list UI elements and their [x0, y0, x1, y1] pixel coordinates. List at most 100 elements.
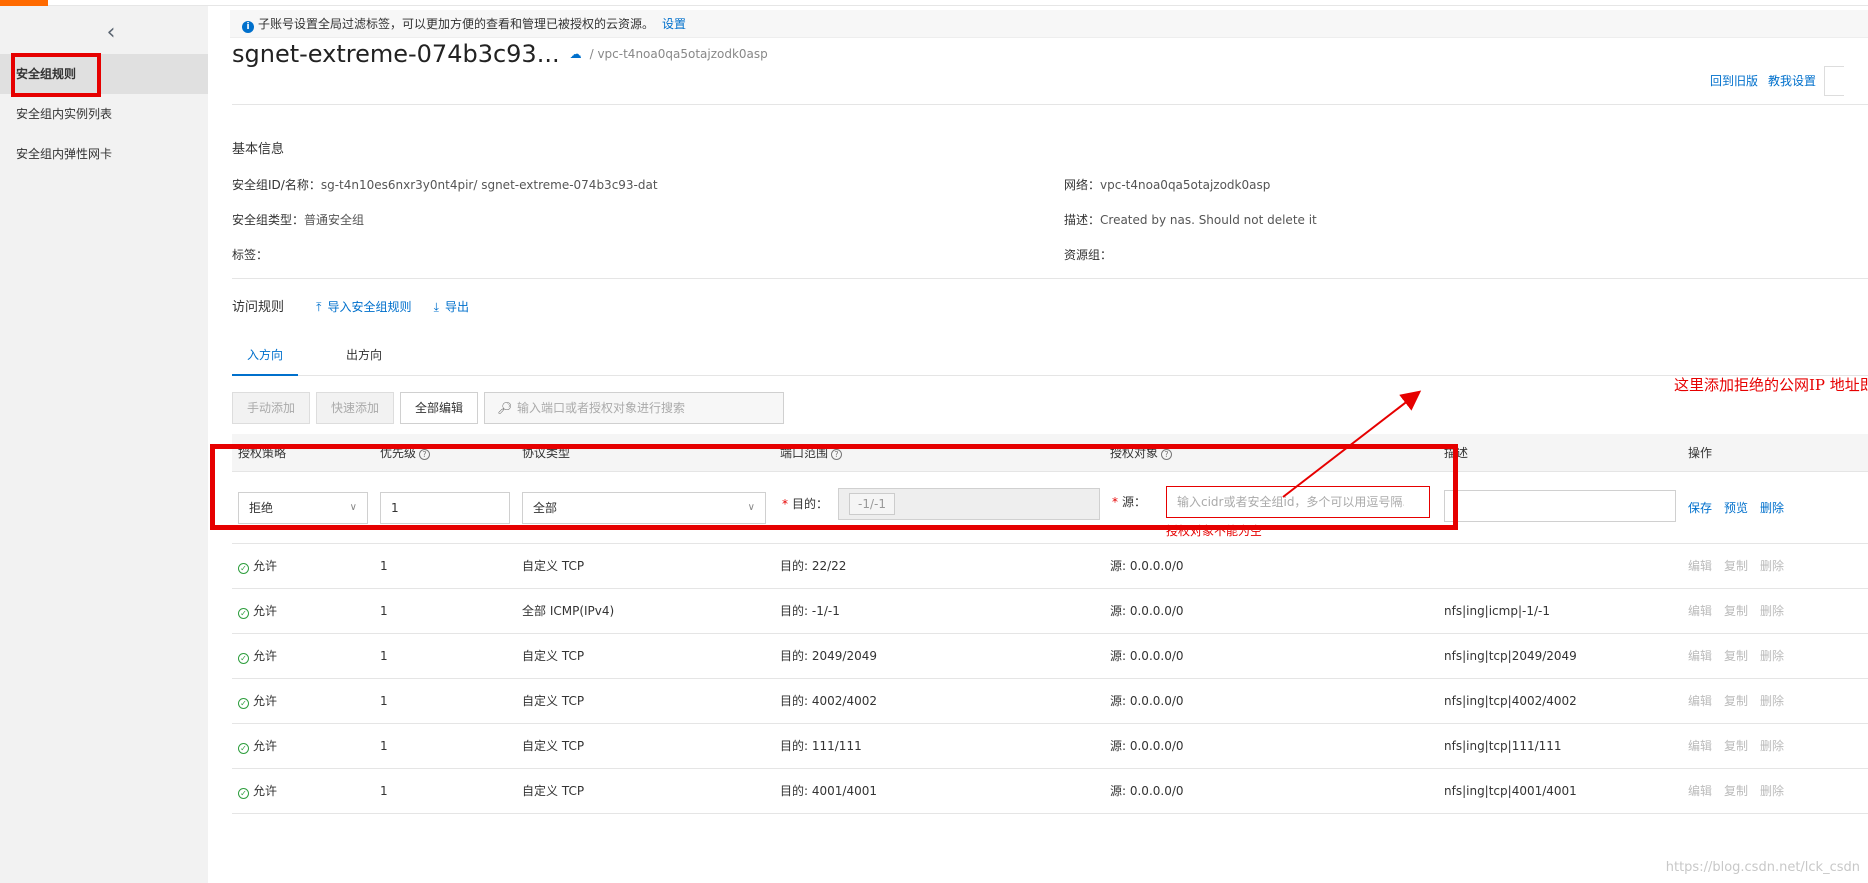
cell-port-text: 目的: -1/-1 — [780, 604, 840, 618]
cell-priority-text: 1 — [380, 559, 388, 573]
watermark: https://blog.csdn.net/lck_csdn — [1665, 860, 1860, 875]
quick-add-button[interactable]: 快速添加 — [316, 392, 395, 424]
table-row: ✓ 允许 1 自定义 TCP 目的: 2049/2049 源: 0.0.0.0/0 nfs|… — [232, 634, 1868, 679]
check-circle-icon: ✓ — [238, 743, 249, 754]
manual-add-button[interactable]: 手动添加 — [232, 392, 311, 424]
cell-priority: 1 — [380, 634, 388, 678]
cell-desc: nfs|ing|icmp|-1/-1 — [1444, 589, 1550, 633]
cell-policy: ✓ 允许 — [238, 544, 277, 588]
row-actions: 编辑 复制 删除 — [1688, 724, 1796, 768]
tab-outbound[interactable]: 出方向 — [324, 336, 404, 376]
edit-button[interactable]: 编辑 — [1688, 694, 1712, 708]
row-actions: 编辑 复制 删除 — [1688, 589, 1796, 633]
search-input[interactable] — [515, 393, 776, 423]
delete-button[interactable]: 删除 — [1760, 501, 1784, 515]
tab-inbound[interactable]: 入方向 — [232, 336, 298, 376]
back-to-old-version-link[interactable]: 回到旧版 — [1710, 74, 1758, 88]
sidebar-item-eni[interactable]: 安全组内弹性网卡 — [0, 134, 208, 174]
cell-protocol-text: 自定义 TCP — [522, 694, 585, 708]
teach-me-link[interactable]: 教我设置 — [1768, 74, 1816, 88]
cell-priority-text: 1 — [380, 604, 388, 618]
edit-button[interactable]: 编辑 — [1688, 784, 1712, 798]
table-row: ✓ 允许 1 自定义 TCP 目的: 111/111 源: 0.0.0.0/0 nfs|in… — [232, 724, 1868, 769]
cell-priority-text: 1 — [380, 784, 388, 798]
resource-group-field: 资源组： — [1064, 246, 1112, 263]
cell-desc: nfs|ing|tcp|111/111 — [1444, 724, 1562, 768]
edit-button[interactable]: 编辑 — [1688, 559, 1712, 573]
copy-button[interactable]: 复制 — [1724, 604, 1748, 618]
delete-button[interactable]: 删除 — [1760, 694, 1784, 708]
description-input[interactable] — [1444, 490, 1676, 522]
cell-policy-text: 允许 — [253, 694, 278, 708]
edit-button[interactable]: 编辑 — [1688, 649, 1712, 663]
cell-protocol: 自定义 TCP — [522, 769, 584, 813]
cell-priority-text: 1 — [380, 739, 388, 753]
cell-port-text: 目的: 2049/2049 — [780, 649, 877, 663]
cell-port-text: 目的: 111/111 — [780, 739, 862, 753]
edit-button[interactable]: 编辑 — [1688, 604, 1712, 618]
copy-button[interactable]: 复制 — [1724, 559, 1748, 573]
cell-source: 源: 0.0.0.0/0 — [1110, 634, 1184, 678]
delete-button[interactable]: 删除 — [1760, 784, 1784, 798]
cell-policy: ✓ 允许 — [238, 769, 277, 813]
import-rules-link[interactable]: ⤒ 导入安全组规则 — [316, 300, 411, 314]
cell-protocol-text: 自定义 TCP — [522, 559, 585, 573]
cell-policy: ✓ 允许 — [238, 589, 277, 633]
notice-settings-link[interactable]: 设置 — [662, 17, 686, 31]
cell-priority: 1 — [380, 769, 388, 813]
save-button[interactable]: 保存 — [1688, 501, 1712, 515]
delete-button[interactable]: 删除 — [1760, 739, 1784, 753]
export-link[interactable]: ⤓ 导出 — [434, 300, 469, 314]
copy-button[interactable]: 复制 — [1724, 739, 1748, 753]
resource-group-label: 资源组： — [1064, 248, 1113, 262]
sidebar-item-label: 安全组内弹性网卡 — [16, 147, 113, 161]
export-label: 导出 — [444, 300, 469, 314]
cell-protocol-text: 自定义 TCP — [522, 739, 585, 753]
cell-source-text: 源: 0.0.0.0/0 — [1110, 649, 1184, 663]
rules-search: 🔎︎ — [484, 392, 785, 424]
access-rules-title: 访问规则 — [232, 300, 285, 315]
highlight-box — [11, 53, 101, 97]
divider — [232, 278, 1868, 279]
tags-field: 标签： — [232, 246, 268, 263]
copy-button[interactable]: 复制 — [1724, 784, 1748, 798]
sg-type-field: 安全组类型：普通安全组 — [232, 211, 364, 228]
cell-source: 源: 0.0.0.0/0 — [1110, 544, 1184, 588]
cell-source-text: 源: 0.0.0.0/0 — [1110, 694, 1184, 708]
sg-type-label: 安全组类型： — [232, 213, 305, 227]
sidebar-item-rules[interactable]: 安全组规则 — [0, 53, 208, 97]
vpc-cloud-icon: ☁ — [569, 47, 582, 61]
cell-priority-text: 1 — [380, 694, 388, 708]
copy-button[interactable]: 复制 — [1724, 649, 1748, 663]
delete-button[interactable]: 删除 — [1760, 559, 1784, 573]
check-circle-icon: ✓ — [238, 608, 249, 619]
sidebar-item-instances[interactable]: 安全组内实例列表 — [0, 94, 208, 134]
cell-desc-text: nfs|ing|tcp|4001/4001 — [1444, 784, 1577, 798]
more-button[interactable] — [1824, 66, 1844, 96]
copy-button[interactable]: 复制 — [1724, 694, 1748, 708]
delete-button[interactable]: 删除 — [1760, 649, 1784, 663]
cell-port: 目的: 2049/2049 — [780, 634, 877, 678]
preview-button[interactable]: 预览 — [1724, 501, 1748, 515]
cell-desc-text: nfs|ing|tcp|2049/2049 — [1444, 649, 1577, 663]
rules-toolbar: 手动添加 快速添加 全部编辑 🔎︎ — [232, 392, 785, 424]
cell-source: 源: 0.0.0.0/0 — [1110, 724, 1184, 768]
cell-port: 目的: 4002/4002 — [780, 679, 877, 723]
search-icon: 🔎︎ — [497, 401, 513, 415]
collapse-chevron-icon[interactable]: ‹ — [98, 20, 124, 46]
cell-source: 源: 0.0.0.0/0 — [1110, 589, 1184, 633]
cell-policy-text: 允许 — [253, 784, 278, 798]
divider — [232, 104, 1868, 105]
delete-button[interactable]: 删除 — [1760, 604, 1784, 618]
cell-policy-text: 允许 — [253, 559, 278, 573]
cell-port: 目的: 22/22 — [780, 544, 846, 588]
access-rules-header: 访问规则 ⤒ 导入安全组规则 ⤓ 导出 — [232, 296, 469, 315]
check-circle-icon: ✓ — [238, 563, 249, 574]
cell-desc: nfs|ing|tcp|4001/4001 — [1444, 769, 1577, 813]
network-value: vpc-t4noa0qa5otajzodk0asp — [1100, 178, 1271, 192]
cell-protocol-text: 自定义 TCP — [522, 649, 585, 663]
sg-id-label: 安全组ID/名称： — [232, 178, 321, 192]
row-actions: 编辑 复制 删除 — [1688, 769, 1796, 813]
edit-button[interactable]: 编辑 — [1688, 739, 1712, 753]
edit-all-button[interactable]: 全部编辑 — [400, 392, 479, 424]
